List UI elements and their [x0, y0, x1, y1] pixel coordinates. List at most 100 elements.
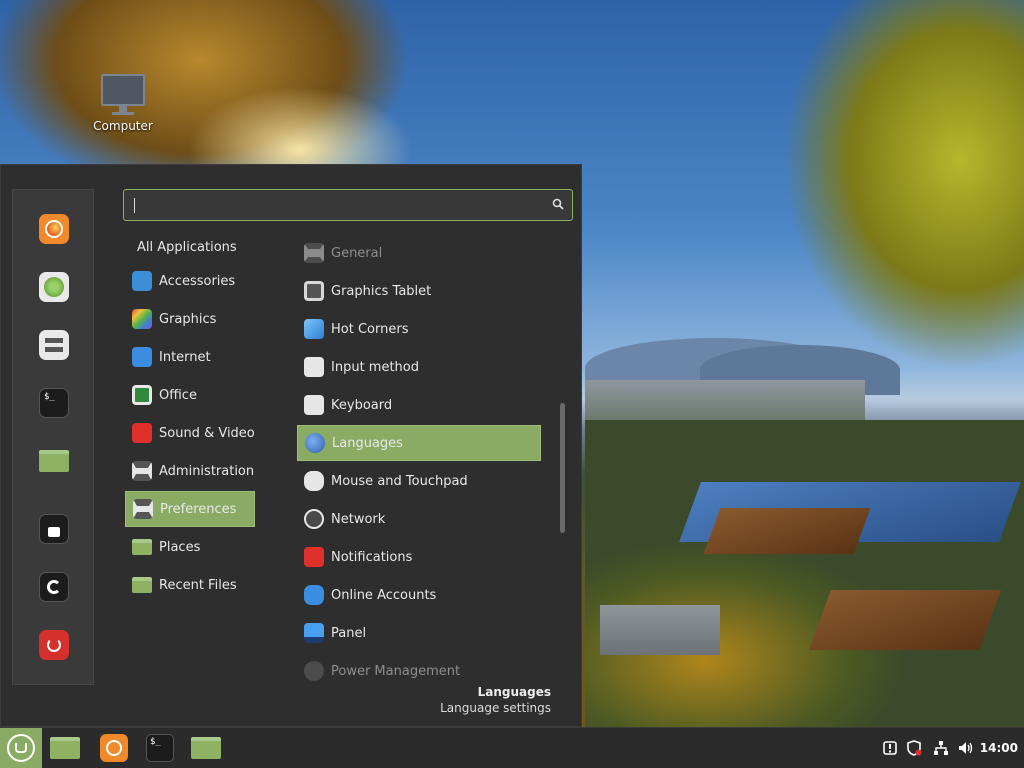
- bell-icon: [304, 547, 324, 567]
- app-hot-corners[interactable]: Hot Corners: [297, 311, 541, 347]
- input-method-icon: [304, 357, 324, 377]
- toggles-icon: [133, 499, 153, 519]
- firefox-icon: [100, 734, 128, 762]
- app-panel[interactable]: Panel: [297, 615, 541, 651]
- terminal-icon: $_: [146, 734, 174, 762]
- app-label: Mouse and Touchpad: [331, 473, 468, 489]
- app-label: Languages: [332, 435, 403, 451]
- search-icon[interactable]: [552, 198, 564, 210]
- apps-scrollbar[interactable]: [560, 403, 565, 533]
- clock[interactable]: 14:00: [980, 741, 1018, 755]
- app-label: Online Accounts: [331, 587, 437, 603]
- search-input[interactable]: [132, 194, 536, 218]
- globe-icon: [305, 433, 325, 453]
- app-network[interactable]: Network: [297, 501, 541, 537]
- app-label: Network: [331, 511, 386, 527]
- app-online-accounts[interactable]: Online Accounts: [297, 577, 541, 613]
- lock-icon: [48, 526, 60, 537]
- category-accessories[interactable]: Accessories: [125, 263, 255, 299]
- category-label: Internet: [159, 349, 211, 365]
- taskbar-firefox[interactable]: [99, 734, 129, 762]
- app-input-method[interactable]: Input method: [297, 349, 541, 385]
- category-office[interactable]: Office: [125, 377, 255, 413]
- app-label: Power Management: [331, 663, 461, 679]
- wifi-icon: [304, 509, 324, 529]
- app-graphics-tablet[interactable]: Graphics Tablet: [297, 273, 541, 309]
- category-places[interactable]: Places: [125, 529, 255, 565]
- favorite-software-manager[interactable]: [39, 272, 69, 302]
- category-recent-files[interactable]: Recent Files: [125, 567, 255, 603]
- folder-icon: [132, 539, 152, 555]
- app-label: Input method: [331, 359, 419, 375]
- general-icon: [304, 243, 324, 263]
- application-menu: $_ All Applications Accessories Graphics: [0, 164, 582, 727]
- category-preferences[interactable]: Preferences: [125, 491, 255, 527]
- category-graphics[interactable]: Graphics: [125, 301, 255, 337]
- category-label: Preferences: [160, 501, 237, 517]
- logout-icon: [47, 580, 61, 594]
- category-label: Administration: [159, 463, 255, 479]
- temple-roof: [703, 508, 871, 554]
- firefox-icon: [45, 220, 63, 238]
- toggles-icon: [45, 338, 63, 352]
- app-languages[interactable]: Languages: [297, 425, 541, 461]
- category-administration[interactable]: Administration: [125, 453, 255, 489]
- power-icon: [47, 638, 61, 652]
- desktop-icon-label: Computer: [93, 119, 153, 133]
- recent-folder-icon: [132, 577, 152, 593]
- favorite-files[interactable]: [39, 446, 69, 476]
- taskbar-files-2[interactable]: [191, 734, 221, 762]
- computer-icon: [101, 74, 145, 106]
- favorite-logout[interactable]: [39, 572, 69, 602]
- category-label: Office: [159, 387, 197, 403]
- favorites-sidebar: $_: [12, 189, 94, 685]
- app-mouse-touchpad[interactable]: Mouse and Touchpad: [297, 463, 541, 499]
- favorite-quit[interactable]: [39, 630, 69, 660]
- temple-roof: [809, 590, 1001, 650]
- desktop-computer-icon[interactable]: Computer: [86, 74, 160, 133]
- taskbar-files[interactable]: [50, 734, 80, 762]
- bottom-panel: $_ 14:00: [0, 727, 1024, 768]
- category-label: Graphics: [159, 311, 217, 327]
- search-box[interactable]: [123, 189, 573, 221]
- folder-icon: [39, 450, 69, 472]
- power-management-icon: [304, 661, 324, 681]
- category-label: Sound & Video: [159, 425, 255, 441]
- favorite-system-settings[interactable]: [39, 330, 69, 360]
- folder-icon: [191, 737, 221, 759]
- scissors-icon: [132, 271, 152, 291]
- app-label: Keyboard: [331, 397, 393, 413]
- app-general[interactable]: General: [297, 235, 541, 271]
- favorite-firefox[interactable]: [39, 214, 69, 244]
- trees: [585, 420, 1024, 730]
- text-caret: [134, 198, 135, 213]
- category-all-applications[interactable]: All Applications: [137, 229, 267, 265]
- category-internet[interactable]: Internet: [125, 339, 255, 375]
- shield-icon[interactable]: [906, 740, 922, 756]
- favorite-lock-screen[interactable]: [39, 514, 69, 544]
- tablet-icon: [304, 281, 324, 301]
- app-label: Graphics Tablet: [331, 283, 432, 299]
- volume-icon[interactable]: [958, 740, 974, 756]
- mint-logo-icon: [7, 734, 35, 762]
- panel-icon: [304, 623, 324, 643]
- terminal-icon: $_: [44, 392, 55, 402]
- app-description-text: Language settings: [440, 701, 551, 715]
- network-icon[interactable]: [933, 740, 949, 756]
- category-label: Accessories: [159, 273, 236, 289]
- cloud-icon: [132, 347, 152, 367]
- taskbar-terminal[interactable]: $_: [145, 734, 175, 762]
- menu-button[interactable]: [0, 728, 42, 768]
- app-keyboard[interactable]: Keyboard: [297, 387, 541, 423]
- apps-grid-icon: [44, 277, 64, 297]
- cloud-icon: [304, 585, 324, 605]
- folder-icon: [50, 737, 80, 759]
- favorite-terminal[interactable]: $_: [39, 388, 69, 418]
- app-power-management[interactable]: Power Management: [297, 653, 541, 689]
- update-manager-icon[interactable]: [882, 740, 898, 756]
- category-label: All Applications: [137, 239, 237, 255]
- app-label: Notifications: [331, 549, 413, 565]
- hot-corners-icon: [304, 319, 324, 339]
- app-notifications[interactable]: Notifications: [297, 539, 541, 575]
- category-sound-video[interactable]: Sound & Video: [125, 415, 255, 451]
